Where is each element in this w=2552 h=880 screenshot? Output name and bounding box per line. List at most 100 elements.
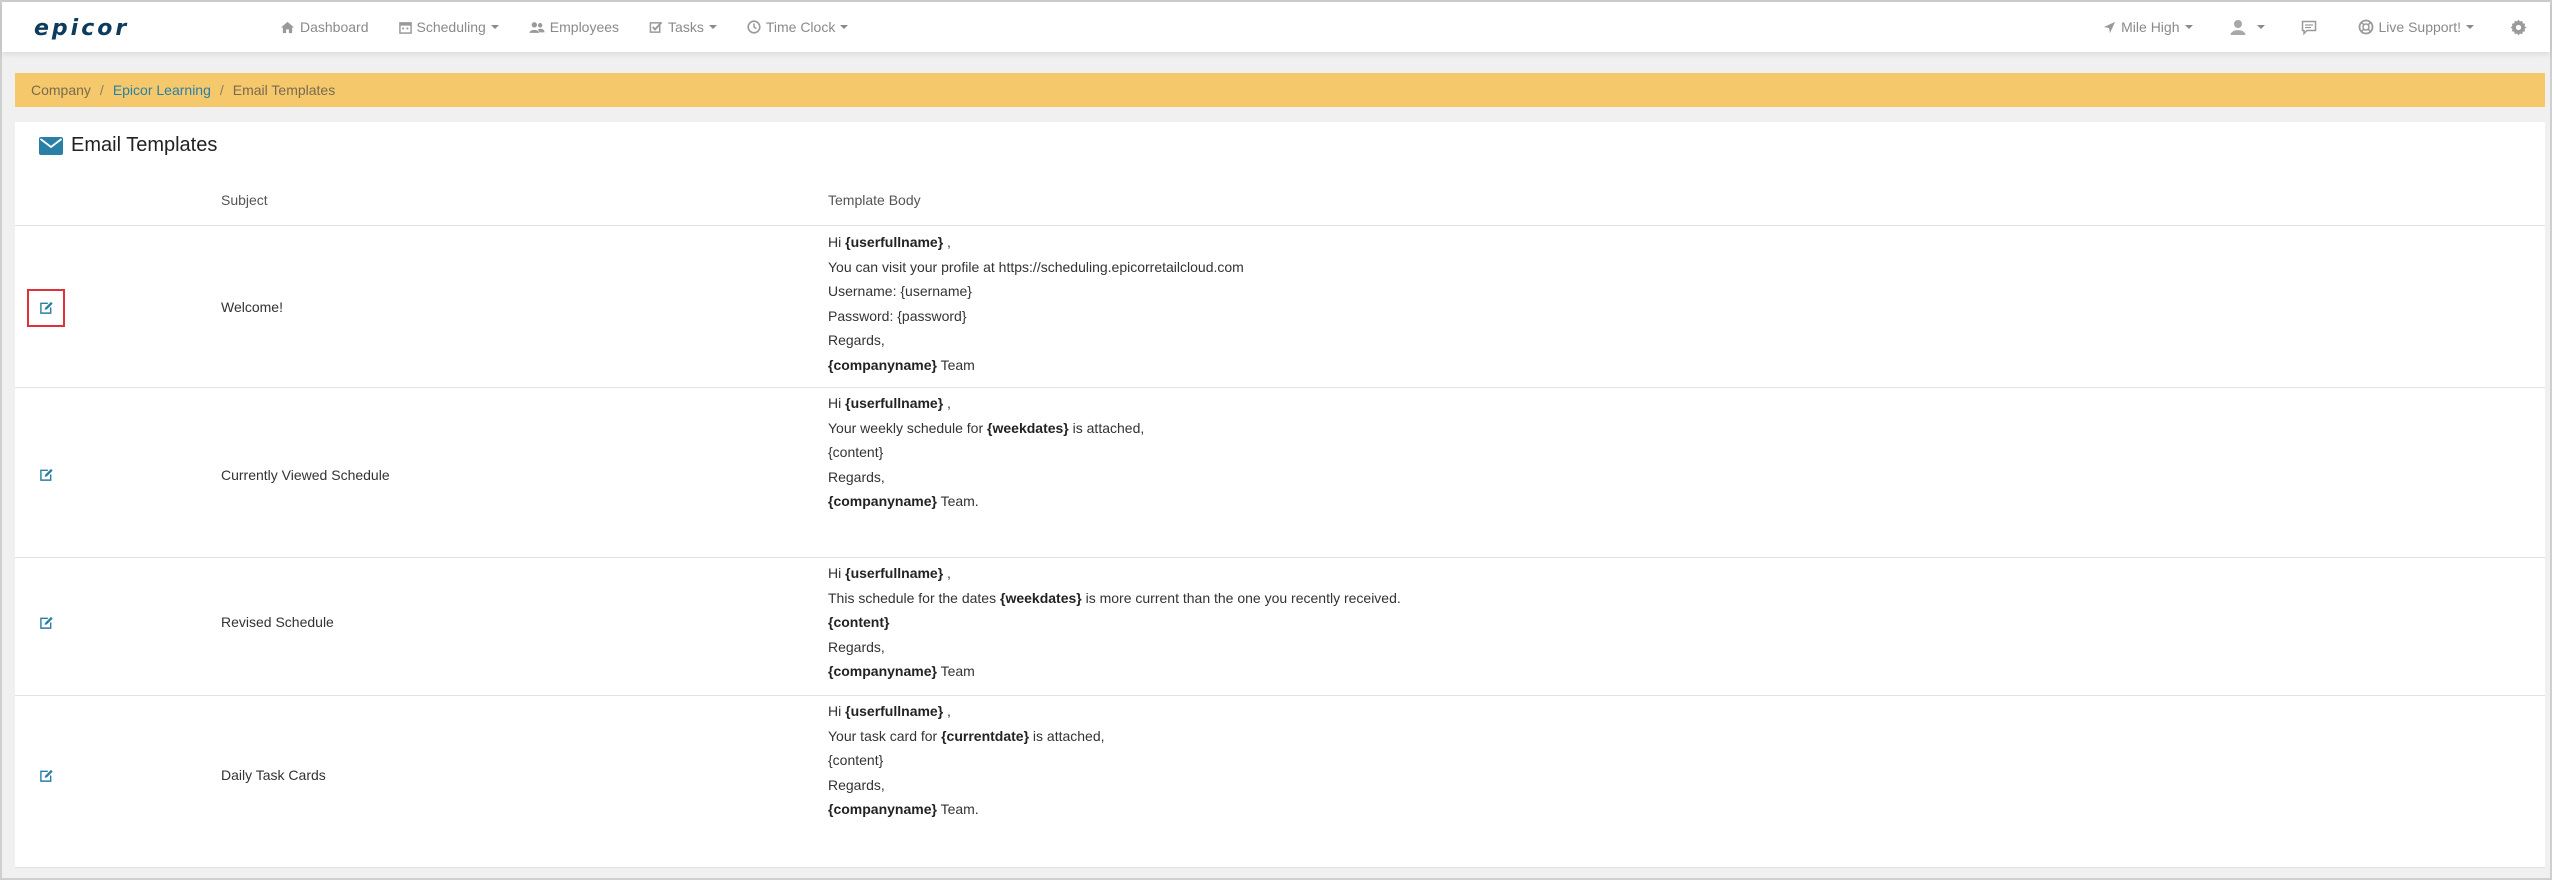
nav-tasks[interactable]: Tasks [649,19,717,35]
template-body-line: {companyname} Team [828,659,1401,684]
edit-template-button[interactable] [27,289,65,327]
template-text: , [943,234,951,250]
template-body-line: Regards, [828,773,1105,798]
home-icon [281,21,294,33]
column-header-subject: Subject [221,192,268,208]
template-text: {content} [828,752,884,769]
epicor-logo[interactable]: epicor [34,16,129,41]
template-body-line: Your weekly schedule for {weekdates} is … [828,416,1144,441]
template-body-line: Hi {userfullname} , [828,699,1105,724]
template-subject: Currently Viewed Schedule [221,467,390,483]
template-text: You can visit your profile at https://sc… [828,258,1244,275]
edit-template-button[interactable] [29,606,63,640]
nav-dashboard[interactable]: Dashboard [280,19,369,35]
template-text: is attached, [1068,419,1145,436]
messages-button[interactable] [2301,20,2322,35]
nav-employees[interactable]: Employees [529,19,619,35]
template-placeholder: {userfullname} [845,703,944,719]
nav-tasks-label: Tasks [668,19,704,35]
template-text: {content} [828,444,884,461]
template-placeholder: {weekdates} [1000,589,1082,606]
template-body-line: Hi {userfullname} , [828,561,1401,586]
nav-time-clock[interactable]: Time Clock [747,19,849,35]
chevron-down-icon [2184,25,2193,29]
calendar-icon [398,21,412,34]
page-title: Email Templates [39,134,217,157]
template-placeholder: {userfullname} [845,234,944,250]
template-text: Regards, [828,638,885,655]
template-text: is more current than the one you recentl… [1081,589,1401,606]
template-body-line: Regards, [828,465,1144,490]
template-text: Team [936,356,975,373]
edit-icon [39,769,53,782]
breadcrumb-separator: / [219,82,224,98]
life-ring-icon [2358,19,2373,35]
settings-button[interactable] [2510,18,2532,36]
template-placeholder: {companyname} [828,493,937,510]
breadcrumb-separator: / [99,82,104,98]
template-text: Team. [936,801,979,818]
chevron-down-icon [2256,25,2265,29]
location-dropdown[interactable]: Mile High [2103,19,2193,35]
template-placeholder: {userfullname} [845,565,944,581]
template-text: Password: {password} [828,307,967,324]
template-placeholder: {userfullname} [845,395,944,411]
user-menu[interactable] [2229,18,2265,36]
table-header: Subject Template Body [15,184,2545,226]
edit-icon [39,616,53,629]
comment-icon [2301,20,2316,35]
template-placeholder: {companyname} [828,801,937,818]
template-text: , [943,703,951,719]
table-row: Currently Viewed Schedule Hi {userfullnam… [15,388,2545,558]
table-row: Daily Task Cards Hi {userfullname} , Your … [15,696,2545,868]
edit-icon [39,301,53,314]
template-text: Regards, [828,468,885,485]
edit-template-button[interactable] [29,458,63,492]
template-text: is attached, [1029,727,1105,744]
template-body-line: Username: {username} [828,279,1244,304]
template-text: Your task card for [828,727,942,744]
envelope-icon [39,136,63,155]
user-avatar-icon [2230,20,2245,35]
email-templates-panel: Email Templates Subject Template Body We… [15,122,2545,868]
page-title-text: Email Templates [71,134,218,156]
template-text: Regards, [828,332,885,349]
breadcrumb-epicor-learning[interactable]: Epicor Learning [113,82,211,98]
template-body-line: {companyname} Team. [828,797,1105,822]
table-row: Revised Schedule Hi {userfullname} , This … [15,558,2545,696]
template-body-line: {content} [828,440,1144,465]
location-label: Mile High [2121,19,2180,35]
template-subject: Revised Schedule [221,614,334,630]
template-text: This schedule for the dates [828,589,1000,606]
template-text: , [943,565,951,581]
template-text: Hi [828,234,846,250]
template-body: Hi {userfullname} , You can visit your pr… [828,230,1244,378]
breadcrumb-company[interactable]: Company [31,82,91,98]
clock-icon [747,20,761,34]
users-icon [529,21,545,33]
template-placeholder: {companyname} [828,663,937,680]
live-support-label: Live Support! [2378,19,2462,35]
template-body-line: Regards, [828,635,1401,660]
breadcrumb-current: Email Templates [232,82,336,98]
edit-icon [39,468,53,481]
template-body-line: {companyname} Team. [828,489,1144,514]
nav-right: Mile High Live Support! [2067,2,2532,52]
template-body-line: {content} [828,610,1401,635]
chevron-down-icon [840,25,849,29]
template-body-line: This schedule for the dates {weekdates} … [828,586,1401,611]
nav-employees-label: Employees [549,19,620,35]
template-placeholder: {weekdates} [987,419,1069,436]
live-support-dropdown[interactable]: Live Support! [2358,19,2474,35]
template-text: Team. [936,493,979,510]
edit-template-button[interactable] [29,759,63,793]
gear-icon [2510,18,2527,36]
template-subject: Daily Task Cards [221,767,326,783]
nav-scheduling[interactable]: Scheduling [398,19,499,35]
template-text: Hi [828,703,846,719]
chevron-down-icon [2466,25,2474,29]
nav-scheduling-label: Scheduling [416,19,486,35]
template-body: Hi {userfullname} , This schedule for the… [828,561,1401,684]
template-text: Your weekly schedule for [828,419,988,436]
template-subject: Welcome! [221,299,283,315]
